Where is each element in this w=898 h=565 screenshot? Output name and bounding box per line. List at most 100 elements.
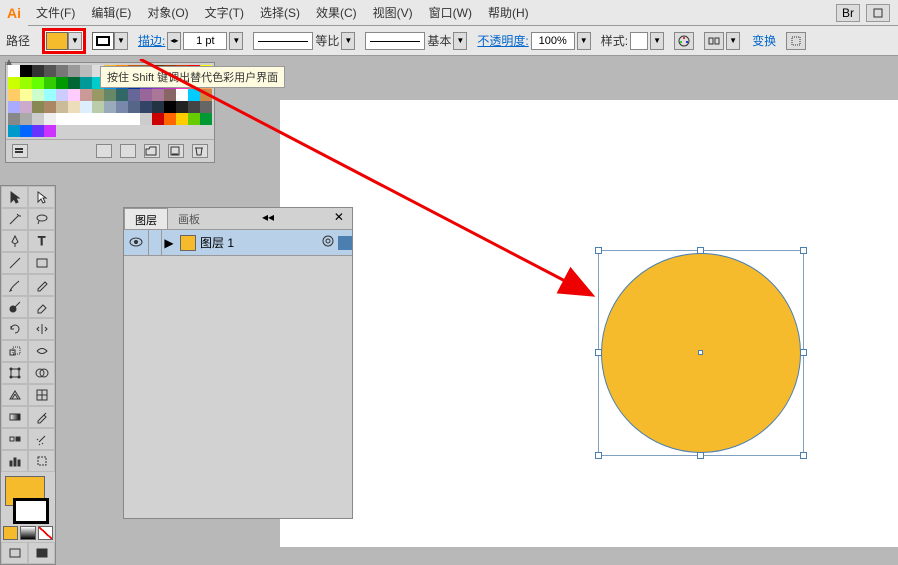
swatch-cell[interactable] <box>164 89 176 101</box>
swatch-kind-icon[interactable] <box>96 144 112 158</box>
swatch-cell[interactable] <box>80 65 92 77</box>
resize-handle-right[interactable] <box>800 349 807 356</box>
swatch-cell[interactable] <box>128 89 140 101</box>
style-menu-icon[interactable]: ▼ <box>650 32 664 50</box>
swatch-cell[interactable] <box>32 89 44 101</box>
swatch-cell[interactable] <box>56 113 68 125</box>
paintbrush-tool[interactable] <box>1 274 28 296</box>
swatch-cell[interactable] <box>116 113 128 125</box>
resize-handle-bottom[interactable] <box>697 452 704 459</box>
swatch-cell[interactable] <box>44 101 56 113</box>
rectangle-tool[interactable] <box>28 252 55 274</box>
reflect-tool[interactable] <box>28 318 55 340</box>
eraser-tool[interactable] <box>28 296 55 318</box>
pen-tool[interactable] <box>1 230 28 252</box>
eyedropper-tool[interactable] <box>28 406 55 428</box>
swatch-cell[interactable] <box>56 65 68 77</box>
selection-indicator[interactable] <box>338 236 352 250</box>
width-profile-box[interactable] <box>253 32 313 50</box>
column-graph-tool[interactable] <box>1 450 28 472</box>
swatch-cell[interactable] <box>32 77 44 89</box>
align-icon[interactable] <box>704 32 724 50</box>
swatch-cell[interactable] <box>20 77 32 89</box>
swatch-cell[interactable] <box>176 101 188 113</box>
lock-column[interactable] <box>148 230 162 256</box>
swatch-cell[interactable] <box>32 101 44 113</box>
swatch-cell[interactable] <box>8 89 20 101</box>
swatch-cell[interactable] <box>80 89 92 101</box>
swatch-cell[interactable] <box>92 89 104 101</box>
layer-name-label[interactable]: 图层 1 <box>200 234 318 251</box>
stroke-weight-input[interactable] <box>183 32 227 50</box>
swatch-cell[interactable] <box>68 77 80 89</box>
menu-help[interactable]: 帮助(H) <box>480 0 537 26</box>
swatch-cell[interactable] <box>104 101 116 113</box>
swatch-cell[interactable] <box>20 113 32 125</box>
swatch-cell[interactable] <box>188 113 200 125</box>
visibility-eye-icon[interactable] <box>124 236 148 250</box>
swatch-cell[interactable] <box>200 89 212 101</box>
menu-effect[interactable]: 效果(C) <box>308 0 365 26</box>
transform-link[interactable]: 变换 <box>752 32 776 49</box>
swatch-cell[interactable] <box>200 113 212 125</box>
blob-brush-tool[interactable] <box>1 296 28 318</box>
swatch-cell[interactable] <box>44 65 56 77</box>
expand-triangle-icon[interactable]: ▶ <box>162 236 176 250</box>
swatch-cell[interactable] <box>152 113 164 125</box>
scale-tool[interactable] <box>1 340 28 362</box>
swatch-cell[interactable] <box>44 89 56 101</box>
menu-type[interactable]: 文字(T) <box>197 0 252 26</box>
swatch-cell[interactable] <box>80 101 92 113</box>
swatch-cell[interactable] <box>164 113 176 125</box>
artboard-tool[interactable] <box>28 450 55 472</box>
swatch-cell[interactable] <box>188 89 200 101</box>
swatch-cell[interactable] <box>164 101 176 113</box>
stroke-weight-down-icon[interactable]: ◂▸ <box>167 32 181 50</box>
blend-tool[interactable] <box>1 428 28 450</box>
swatch-options-icon[interactable] <box>120 144 136 158</box>
swatch-cell[interactable] <box>128 113 140 125</box>
swatch-cell[interactable] <box>44 77 56 89</box>
screen-mode[interactable] <box>1 542 28 564</box>
rotate-tool[interactable] <box>1 318 28 340</box>
canvas-area[interactable] <box>280 100 898 547</box>
color-mode-none[interactable] <box>38 526 53 540</box>
swatch-cell[interactable] <box>44 113 56 125</box>
swatch-cell[interactable] <box>80 113 92 125</box>
swatch-cell[interactable] <box>68 101 80 113</box>
layer-row[interactable]: ▶ 图层 1 <box>124 230 352 256</box>
swatch-cell[interactable] <box>56 89 68 101</box>
gradient-tool[interactable] <box>1 406 28 428</box>
fill-dropdown-arrow-icon[interactable]: ▼ <box>68 32 82 50</box>
change-screen-mode[interactable] <box>28 542 55 564</box>
stroke-link[interactable]: 描边: <box>138 32 165 49</box>
swatch-cell[interactable] <box>92 113 104 125</box>
swatch-cell[interactable] <box>20 65 32 77</box>
swatch-cell[interactable] <box>44 125 56 137</box>
swatch-cell[interactable] <box>8 77 20 89</box>
lasso-tool[interactable] <box>28 208 55 230</box>
bridge-button[interactable]: Br <box>836 4 860 22</box>
shape-builder-tool[interactable] <box>28 362 55 384</box>
magic-wand-tool[interactable] <box>1 208 28 230</box>
swatch-cell[interactable] <box>68 113 80 125</box>
swatch-cell[interactable] <box>92 101 104 113</box>
menu-file[interactable]: 文件(F) <box>28 0 83 26</box>
swatch-cell[interactable] <box>104 89 116 101</box>
isolate-icon[interactable] <box>786 32 806 50</box>
swatch-cell[interactable] <box>128 101 140 113</box>
swatch-cell[interactable] <box>116 101 128 113</box>
opacity-link[interactable]: 不透明度: <box>477 32 528 49</box>
delete-swatch-icon[interactable] <box>192 144 208 158</box>
swatch-cell[interactable] <box>140 89 152 101</box>
type-tool[interactable]: T <box>28 230 55 252</box>
opacity-input[interactable] <box>531 32 575 50</box>
menu-window[interactable]: 窗口(W) <box>421 0 480 26</box>
stroke-weight-menu-icon[interactable]: ▼ <box>229 32 243 50</box>
free-transform-tool[interactable] <box>1 362 28 384</box>
width-tool[interactable] <box>28 340 55 362</box>
panel-collapse-icon[interactable]: ◂◂ <box>254 208 282 229</box>
pencil-tool[interactable] <box>28 274 55 296</box>
swatch-cell[interactable] <box>20 125 32 137</box>
swatch-cell[interactable] <box>188 101 200 113</box>
